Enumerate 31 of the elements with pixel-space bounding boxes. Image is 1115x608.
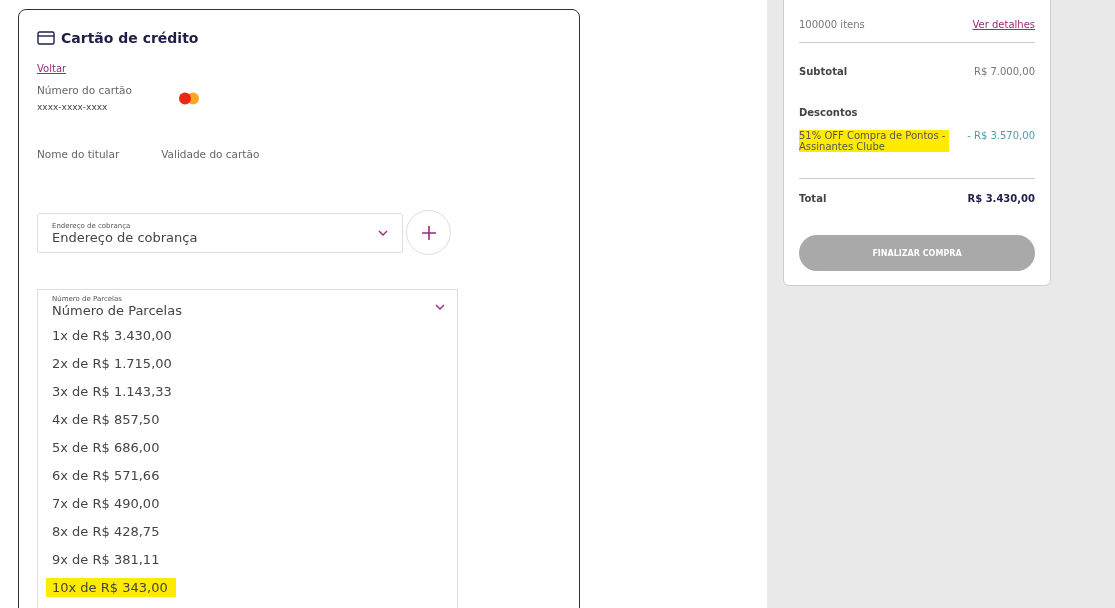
total-label: Total [799,193,827,204]
discounts-label: Descontos [799,107,859,118]
field-label: Número do cartão [37,84,132,96]
card-brand-icon [178,91,200,105]
total-value: R$ 3.430,00 [967,193,1035,204]
installment-option[interactable]: 9x de R$ 381,11 [46,550,168,569]
installment-option[interactable]: 1x de R$ 3.430,00 [46,326,180,345]
installment-option[interactable]: 4x de R$ 857,50 [46,410,168,429]
items-count: 100000 itens [799,19,865,30]
field-label: Nome do titular [37,148,120,160]
plus-icon [421,225,436,240]
installment-option[interactable]: 8x de R$ 428,75 [46,522,168,541]
section-title: Cartão de crédito [61,30,199,46]
back-link[interactable]: Voltar [37,63,67,74]
installment-option[interactable]: 7x de R$ 490,00 [46,494,168,513]
installment-option[interactable]: 5x de R$ 686,00 [46,438,168,457]
installment-option[interactable]: 6x de R$ 571,66 [46,466,168,485]
installment-option[interactable]: 3x de R$ 1.143,33 [46,382,180,401]
field-label: Validade do cartão [161,148,260,160]
add-address-button[interactable] [406,210,451,255]
card-number-value: xxxx-xxxx-xxxx [37,102,109,112]
credit-card-icon [37,31,55,45]
chevron-down-icon [378,230,388,236]
subtotal-value: R$ 7.000,00 [973,66,1035,77]
details-link[interactable]: Ver detalhes [972,19,1035,30]
discount-value: - R$ 3.570,00 [967,130,1035,141]
installment-option[interactable]: 10x de R$ 343,00 [46,578,176,597]
installment-option[interactable]: 2x de R$ 1.715,00 [46,354,180,373]
chevron-down-icon [435,303,445,310]
discount-label: 51% OFF Compra de Pontos - Assinantes Clube [799,130,949,152]
subtotal-label: Subtotal [799,66,848,77]
